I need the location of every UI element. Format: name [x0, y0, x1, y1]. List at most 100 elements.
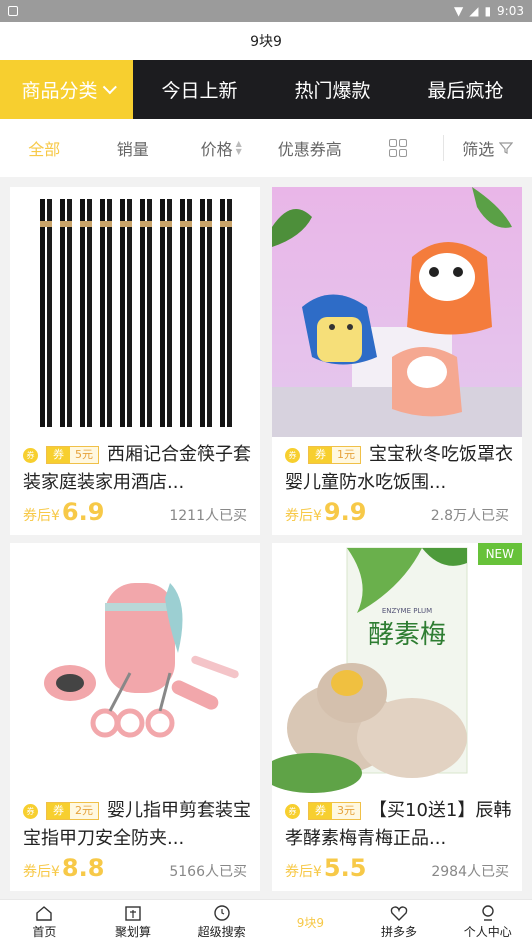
grid-icon [389, 139, 408, 157]
chopstick-band [220, 221, 232, 227]
filter-button[interactable]: 筛选 [444, 136, 532, 160]
tab-label: 商品分类 [21, 80, 98, 102]
price: 9.9 [323, 498, 367, 526]
tab-last-chance[interactable]: 最后疯抢 [399, 60, 532, 119]
coupon-badge: 券 1元 [308, 446, 361, 464]
product-image: ENZYME PLUM 酵素梅 NEW [272, 543, 522, 793]
chopstick-band [180, 221, 192, 227]
price-label: 券后¥ [285, 864, 322, 880]
category-tabs: 商品分类 今日上新 热门爆款 最后疯抢 [0, 60, 532, 119]
chopstick [87, 199, 92, 427]
tab-category[interactable]: 商品分类 [0, 60, 133, 119]
sort-coupon[interactable]: 优惠券高 [266, 136, 355, 160]
nav-99[interactable]: 9块9 [266, 900, 355, 944]
product-card[interactable]: ENZYME PLUM 酵素梅 NEW 券券 3元 【买10送1】辰韩孝酵素梅青梅正… [272, 543, 522, 891]
store-icon: 券 [23, 803, 38, 819]
sold-count: 1211人已买 [169, 508, 247, 524]
nav-label: 个人中心 [463, 925, 512, 939]
chopstick-band [80, 221, 92, 227]
coupon-badge: 券 5元 [46, 446, 99, 464]
coupon-badge: 券 2元 [46, 802, 99, 820]
price: 6.9 [61, 498, 105, 526]
bottom-nav: 首页 聚划算 超级搜索 9块9 拼多多 个人中心 [0, 899, 532, 944]
chopstick [107, 199, 112, 427]
store-icon: 券 [285, 803, 300, 819]
filter-label: 筛选 [462, 140, 495, 159]
chopstick [187, 199, 192, 427]
chopstick [200, 199, 205, 427]
nav-label: 超级搜索 [197, 925, 246, 939]
chopstick [160, 199, 165, 427]
price-row: 券后¥5.5 2984人已买 [285, 854, 509, 882]
product-title: 券券 3元 【买10送1】辰韩孝酵素梅青梅正品... [285, 800, 512, 849]
product-title: 券券 1元 宝宝秋冬吃饭罩衣婴儿童防水吃饭围... [285, 444, 513, 493]
product-card[interactable]: 券券 1元 宝宝秋冬吃饭罩衣婴儿童防水吃饭围... 券后¥9.9 2.8万人已买 [272, 187, 522, 535]
chopstick [227, 199, 232, 427]
layout-toggle[interactable] [354, 139, 443, 157]
store-icon: 券 [23, 447, 38, 463]
sold-count: 5166人已买 [169, 864, 247, 880]
sort-arrows-icon: ▲ ▼ [235, 139, 242, 156]
nav-profile[interactable]: 个人中心 [443, 900, 532, 944]
chopstick-band [100, 221, 112, 227]
signal-icon: ◢ [469, 4, 479, 18]
sort-sales[interactable]: 销量 [89, 136, 178, 160]
product-card[interactable]: 券券 2元 婴儿指甲剪套装宝宝指甲刀安全防夹... 券后¥8.8 5166人已买 [10, 543, 260, 891]
sold-count: 2.8万人已买 [430, 508, 509, 524]
chopstick [220, 199, 225, 427]
nav-label: 聚划算 [115, 925, 152, 939]
sort-price[interactable]: 价格 ▲ ▼ [177, 136, 266, 160]
nav-home[interactable]: 首页 [0, 900, 89, 944]
sort-bar: 全部 销量 价格 ▲ ▼ 优惠券高 筛选 [0, 119, 532, 177]
tab-new-today[interactable]: 今日上新 [133, 60, 266, 119]
filter-icon [499, 142, 514, 154]
nav-super-search[interactable]: 超级搜索 [177, 900, 266, 944]
pack-en-text: ENZYME PLUM [382, 607, 432, 615]
nav-pinduoduo[interactable]: 拼多多 [355, 900, 444, 944]
tab-hot[interactable]: 热门爆款 [266, 60, 399, 119]
chopstick [67, 199, 72, 427]
store-icon: 券 [285, 447, 300, 463]
battery-icon: ▮ [484, 4, 492, 18]
tab-label: 最后疯抢 [427, 80, 504, 102]
chopstick-band [140, 221, 152, 227]
chevron-down-icon [102, 79, 117, 94]
product-card[interactable]: 券券 5元 西厢记合金筷子套装家庭装家用酒店... 券后¥6.9 1211人已买 [10, 187, 260, 535]
tab-label: 今日上新 [161, 80, 238, 102]
home-icon [36, 906, 53, 921]
product-image [272, 187, 522, 437]
sort-all[interactable]: 全部 [0, 136, 89, 160]
price: 5.5 [323, 854, 367, 882]
chopstick-band [120, 221, 132, 227]
status-bar: ▼ ◢ ▮ 9:03 [0, 0, 532, 22]
clock: 9:03 [497, 4, 524, 18]
chopstick [147, 199, 152, 427]
heart-icon [390, 906, 408, 921]
chopstick-band [60, 221, 72, 227]
discount-icon [125, 906, 141, 921]
chopstick [120, 199, 125, 427]
product-title: 券券 5元 西厢记合金筷子套装家庭装家用酒店... [23, 444, 251, 493]
price-label: 券后¥ [23, 864, 60, 880]
chopstick [80, 199, 85, 427]
price-row: 券后¥9.9 2.8万人已买 [285, 498, 509, 526]
nav-label: 拼多多 [381, 925, 418, 939]
nav-juhuasuan[interactable]: 聚划算 [89, 900, 178, 944]
chopstick [207, 199, 212, 427]
chopstick [167, 199, 172, 427]
new-badge: NEW [477, 543, 522, 565]
wifi-icon: ▼ [453, 4, 464, 18]
page-title: 9块9 [0, 22, 532, 60]
price-row: 券后¥6.9 1211人已买 [23, 498, 247, 526]
tab-label: 热门爆款 [294, 80, 371, 102]
chopstick-band [160, 221, 172, 227]
chopstick [47, 199, 52, 427]
sort-price-label: 价格 [200, 140, 233, 159]
price-row: 券后¥8.8 5166人已买 [23, 854, 247, 882]
search-icon [213, 905, 230, 921]
chopstick-band [40, 221, 52, 227]
sold-count: 2984人已买 [431, 864, 509, 880]
coupon-badge: 券 3元 [308, 802, 361, 820]
chopstick [60, 199, 65, 427]
chopstick [127, 199, 132, 427]
